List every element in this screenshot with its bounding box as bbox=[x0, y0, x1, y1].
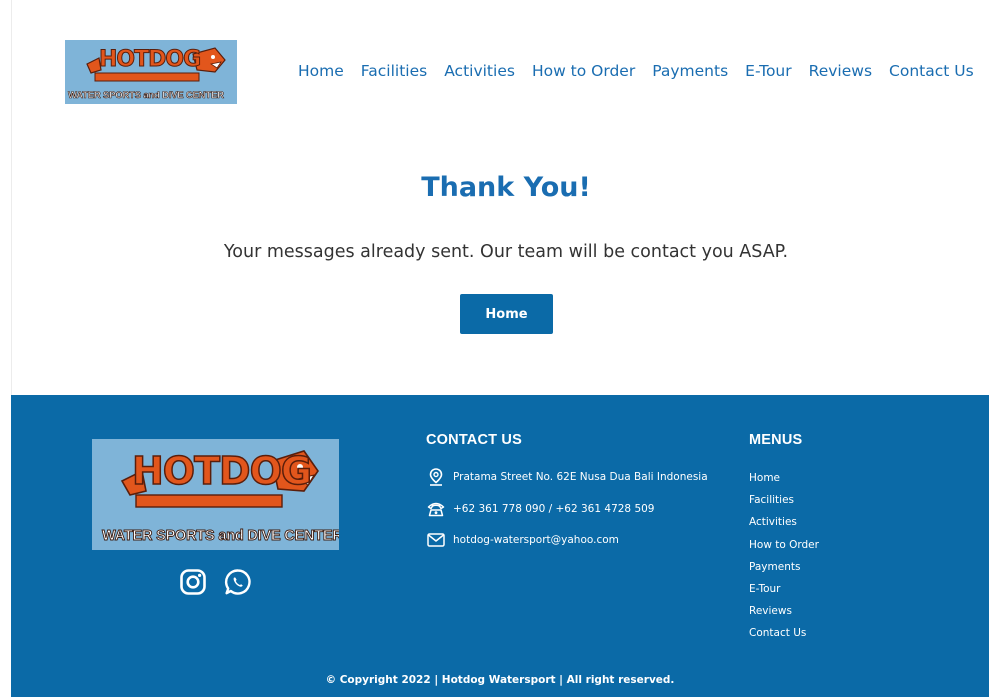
header-logo[interactable]: HOTDOG WATER SPORTS and DIVE CENTER bbox=[65, 40, 237, 104]
footer-menu-payments[interactable]: Payments bbox=[749, 560, 819, 582]
footer-menu-home[interactable]: Home bbox=[749, 471, 819, 493]
nav-e-tour[interactable]: E-Tour bbox=[745, 62, 791, 80]
footer-menu-how-to-order[interactable]: How to Order bbox=[749, 538, 819, 560]
contact-address: Pratama Street No. 62E Nusa Dua Bali Ind… bbox=[426, 468, 708, 486]
contact-email: hotdog-watersport@yahoo.com bbox=[426, 531, 619, 549]
footer-menu-list: Home Facilities Activities How to Order … bbox=[749, 471, 819, 649]
footer-logo[interactable]: HOTDOG WATER SPORTS and DIVE CENTER bbox=[92, 439, 339, 550]
nav-facilities[interactable]: Facilities bbox=[361, 62, 427, 80]
nav-activities[interactable]: Activities bbox=[444, 62, 515, 80]
main-nav: Home Facilities Activities How to Order … bbox=[298, 62, 974, 80]
footer-menu-e-tour[interactable]: E-Tour bbox=[749, 582, 819, 604]
copyright-text: © Copyright 2022 | Hotdog Watersport | A… bbox=[325, 674, 675, 686]
nav-reviews[interactable]: Reviews bbox=[809, 62, 872, 80]
location-pin-icon bbox=[426, 468, 446, 486]
phone-icon bbox=[426, 500, 446, 518]
email-text[interactable]: hotdog-watersport@yahoo.com bbox=[453, 534, 619, 546]
menus-heading: MENUS bbox=[749, 432, 803, 448]
nav-payments[interactable]: Payments bbox=[652, 62, 728, 80]
footer-logo-subtitle: WATER SPORTS and DIVE CENTER bbox=[102, 528, 339, 545]
footer-menu-activities[interactable]: Activities bbox=[749, 515, 819, 537]
footer-menu-reviews[interactable]: Reviews bbox=[749, 604, 819, 626]
instagram-icon[interactable] bbox=[178, 567, 208, 597]
phone-text: +62 361 778 090 / +62 361 4728 509 bbox=[453, 503, 655, 515]
logo-title: HOTDOG bbox=[98, 47, 201, 73]
footer-logo-title: HOTDOG bbox=[131, 448, 313, 494]
mail-icon bbox=[426, 531, 446, 549]
whatsapp-icon[interactable] bbox=[223, 567, 253, 597]
confirmation-message: Your messages already sent. Our team wil… bbox=[223, 242, 789, 262]
footer-menu-contact-us[interactable]: Contact Us bbox=[749, 626, 819, 648]
footer: HOTDOG WATER SPORTS and DIVE CENTER CONT… bbox=[11, 395, 989, 697]
contact-heading: CONTACT US bbox=[426, 432, 522, 448]
page-title: Thank You! bbox=[421, 172, 591, 203]
nav-contact-us[interactable]: Contact Us bbox=[889, 62, 974, 80]
home-button[interactable]: Home bbox=[460, 294, 553, 334]
address-text: Pratama Street No. 62E Nusa Dua Bali Ind… bbox=[453, 471, 708, 483]
footer-menu-facilities[interactable]: Facilities bbox=[749, 493, 819, 515]
nav-home[interactable]: Home bbox=[298, 62, 344, 80]
contact-phone: +62 361 778 090 / +62 361 4728 509 bbox=[426, 500, 654, 518]
nav-how-to-order[interactable]: How to Order bbox=[532, 62, 635, 80]
logo-subtitle: WATER SPORTS and DIVE CENTER bbox=[68, 90, 225, 102]
